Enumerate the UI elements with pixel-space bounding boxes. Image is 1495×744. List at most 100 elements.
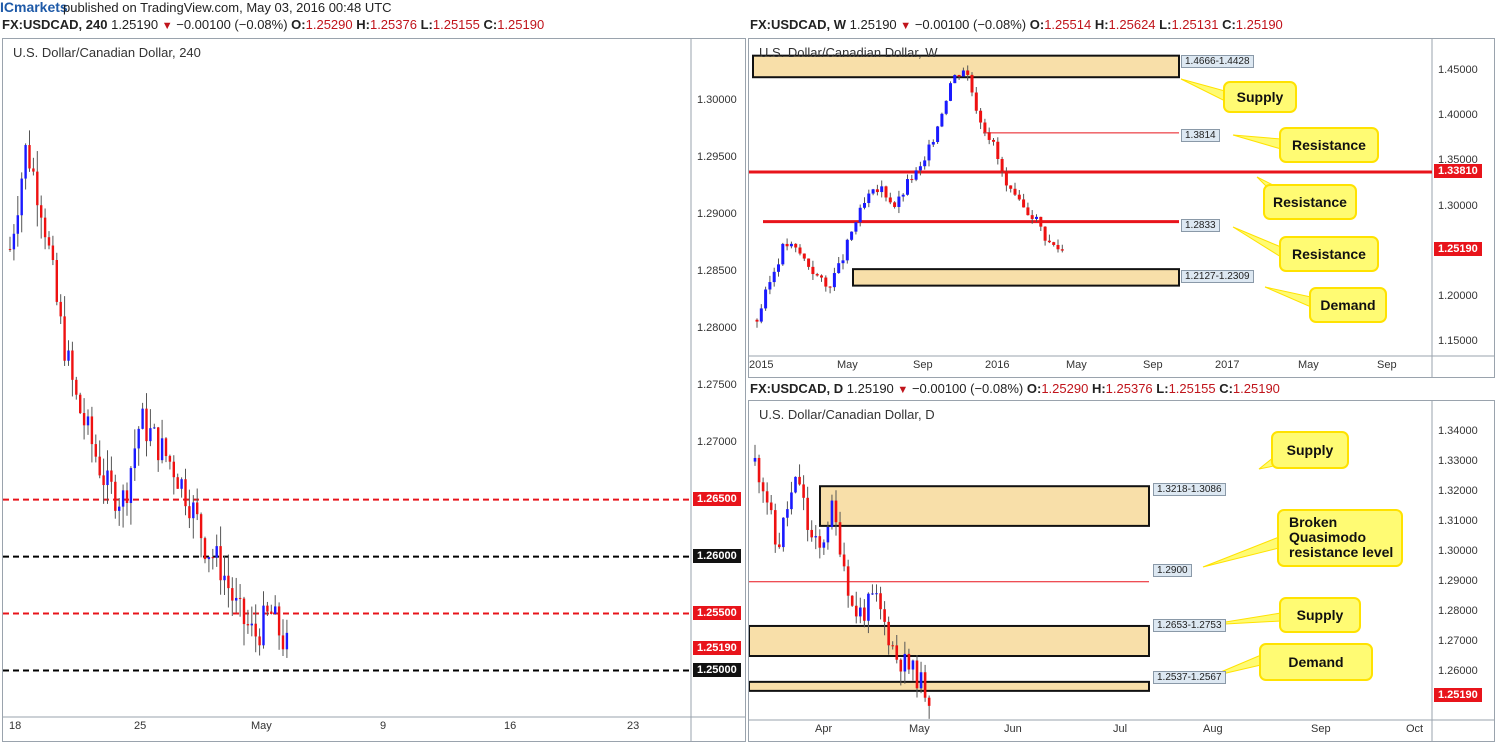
bear-candle — [895, 645, 899, 660]
bull-candle — [953, 75, 957, 84]
level-label-resistance: 1.3814 — [1181, 129, 1220, 142]
bear-candle — [51, 245, 55, 261]
bull-candle — [133, 448, 136, 469]
bear-candle — [145, 408, 148, 442]
h4-ohlc-bar: FX:USDCAD, 240 1.25190 ▼ −0.00100 (−0.08… — [2, 17, 544, 32]
bear-candle — [125, 490, 129, 503]
bear-candle — [802, 484, 805, 498]
bull-candle — [790, 492, 793, 510]
low-label: L: — [1159, 17, 1172, 32]
bear-candle — [884, 186, 888, 198]
callout-resistance: Resistance — [1279, 236, 1379, 272]
bear-candle — [987, 132, 991, 140]
h4-chart-panel[interactable]: U.S. Dollar/Canadian Dollar, 240 1.30000… — [2, 38, 746, 742]
bull-candle — [149, 428, 152, 442]
bear-candle — [43, 217, 47, 238]
bear-candle — [114, 481, 117, 511]
bull-candle — [911, 660, 915, 670]
bear-candle — [891, 645, 894, 647]
bear-candle — [55, 260, 58, 302]
high-value: 1.25624 — [1108, 17, 1156, 32]
bull-candle — [250, 623, 253, 626]
callout-pointer — [1202, 536, 1284, 568]
open-value: 1.25514 — [1044, 17, 1092, 32]
bear-candle — [71, 350, 74, 380]
bear-candle — [184, 479, 187, 507]
bear-candle — [238, 597, 242, 599]
bull-candle — [789, 243, 793, 247]
bear-candle — [90, 416, 94, 445]
bull-candle — [12, 233, 16, 250]
high-value: 1.25376 — [369, 17, 417, 32]
symbol-label: FX:USDCAD, 240 — [2, 17, 108, 32]
bear-candle — [910, 179, 914, 181]
bear-candle — [98, 456, 101, 476]
x-tick-label: Aug — [1203, 723, 1223, 735]
price-tag: 1.25190 — [1434, 688, 1482, 703]
bear-candle — [974, 92, 978, 111]
bear-candle — [63, 316, 66, 361]
y-tick-label: 1.29000 — [697, 207, 737, 220]
bull-candle — [914, 170, 918, 180]
bear-candle — [893, 202, 897, 207]
x-tick-label: May — [1066, 359, 1087, 371]
bull-candle — [764, 289, 768, 309]
bear-candle — [755, 319, 759, 322]
bull-candle — [781, 243, 785, 265]
x-tick-label: May — [251, 720, 272, 732]
down-arrow-icon: ▼ — [900, 20, 912, 32]
bear-candle — [815, 274, 819, 276]
bear-candle — [266, 605, 269, 612]
price-tag: 1.25500 — [693, 605, 741, 620]
open-value: 1.25290 — [1041, 381, 1089, 396]
bull-candle — [285, 632, 289, 650]
bear-candle — [769, 502, 773, 511]
bear-candle — [794, 243, 798, 248]
brand-logo[interactable]: ICmarkets — [0, 0, 68, 15]
bear-candle — [1039, 216, 1043, 227]
bear-candle — [59, 301, 62, 317]
y-tick-label: 1.30000 — [1438, 199, 1478, 212]
bear-candle — [983, 122, 987, 133]
x-tick-label: 2016 — [985, 359, 1010, 371]
x-tick-label: 16 — [504, 720, 517, 732]
bear-candle — [846, 566, 850, 596]
close-value: 1.25190 — [497, 17, 545, 32]
h4-chart-title: U.S. Dollar/Canadian Dollar, 240 — [13, 45, 201, 60]
x-tick-label: 18 — [9, 720, 22, 732]
bull-candle — [782, 517, 785, 548]
bear-candle — [199, 514, 203, 539]
level-label-broken-qm: 1.2900 — [1153, 564, 1192, 577]
x-tick-label: Sep — [913, 359, 933, 371]
bear-candle — [231, 588, 234, 601]
zone-label-supply: 1.3218-1.3086 — [1153, 483, 1226, 496]
high-label: H: — [356, 17, 370, 32]
price-tag: 1.33810 — [1434, 164, 1482, 179]
bull-candle — [871, 189, 875, 194]
bull-candle — [141, 408, 144, 429]
bull-candle — [1035, 216, 1038, 219]
callout-supply: Supply — [1223, 81, 1297, 113]
bear-candle — [798, 476, 801, 485]
bull-candle — [137, 428, 140, 449]
zone-label-demand: 1.2537-1.2567 — [1153, 671, 1226, 684]
last-price: 1.25190 — [846, 381, 894, 396]
bear-candle — [281, 635, 285, 650]
bull-candle — [814, 536, 818, 538]
low-label: L: — [420, 17, 433, 32]
daily-chart-panel[interactable]: U.S. Dollar/Canadian Dollar, D 1.34000 1.… — [748, 400, 1495, 742]
weekly-chart-panel[interactable]: U.S. Dollar/Canadian Dollar, W 1.45000 1.… — [748, 38, 1495, 378]
bear-candle — [888, 197, 892, 203]
down-arrow-icon: ▼ — [161, 20, 173, 32]
bear-candle — [47, 237, 51, 246]
bull-candle — [927, 144, 931, 161]
bull-candle — [961, 70, 965, 77]
bear-candle — [966, 70, 970, 75]
callout-broken-quasimodo: Broken Quasimodo resistance level — [1277, 509, 1403, 567]
weekly-chart-svg — [749, 39, 1494, 377]
bull-candle — [871, 593, 874, 595]
bear-candle — [40, 205, 43, 218]
bull-candle — [854, 222, 858, 232]
bear-candle — [810, 529, 813, 538]
zone-label-supply: 1.2653-1.2753 — [1153, 619, 1226, 632]
